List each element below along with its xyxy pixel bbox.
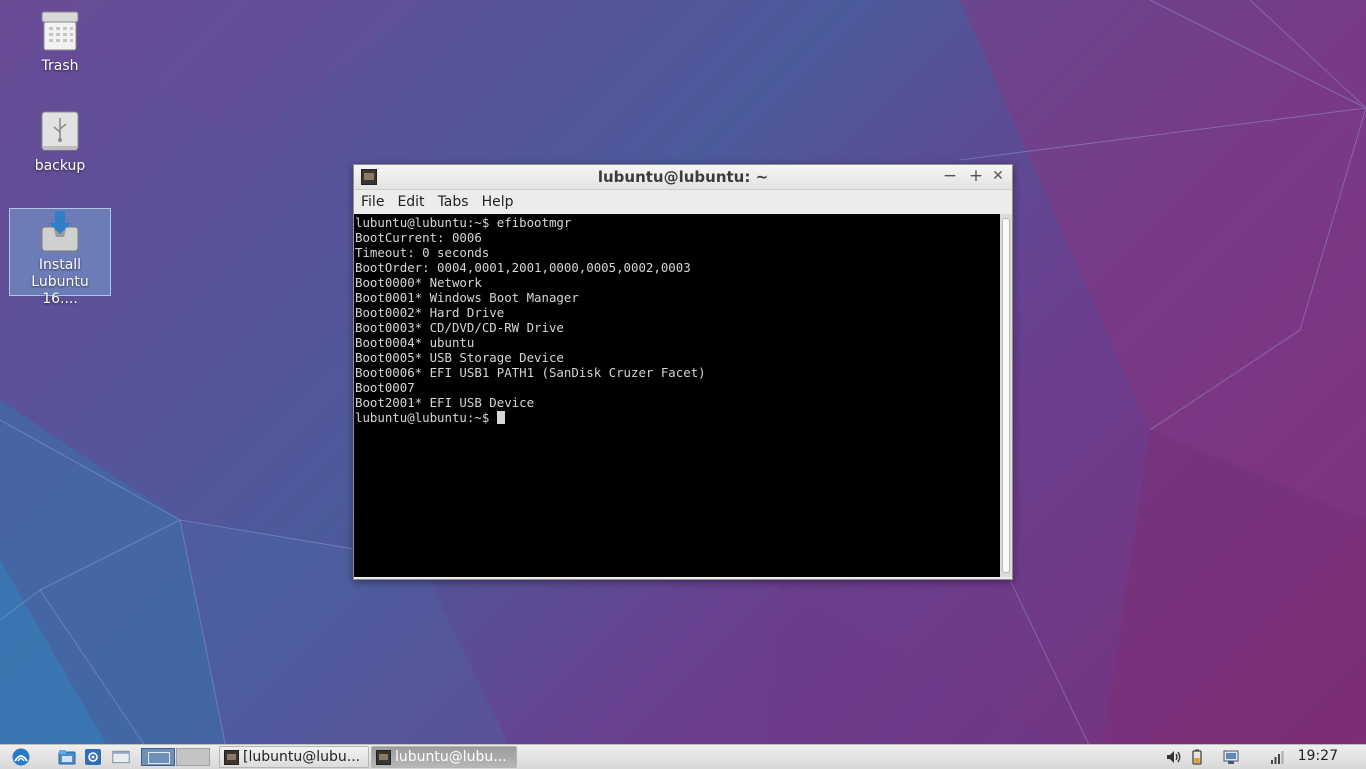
volume-tray-button[interactable] [1165, 745, 1183, 769]
menu-file[interactable]: File [361, 194, 384, 210]
network-icon [1223, 750, 1239, 764]
volume-icon [1167, 751, 1181, 763]
terminal-line: BootOrder: 0004,0001,2001,0000,0005,0002… [355, 260, 691, 275]
close-button[interactable]: ✕ [988, 166, 1008, 186]
task-label: [lubuntu@lubu... [243, 749, 361, 765]
install-download-icon [40, 209, 80, 253]
terminal-line: Boot0002* Hard Drive [355, 305, 505, 320]
terminal-prompt: lubuntu@lubuntu:~$ [355, 410, 497, 425]
trash-icon [40, 10, 80, 54]
taskbar-task-terminal-2[interactable]: lubuntu@lubu... [371, 746, 517, 768]
taskbar: [lubuntu@lubu... lubuntu@lubu... 19:27 [0, 744, 1366, 769]
start-menu-button[interactable] [12, 745, 30, 769]
terminal-line: Boot0004* ubuntu [355, 335, 475, 350]
terminal-line: Boot0007 [355, 380, 415, 395]
terminal-line: lubuntu@lubuntu:~$ efibootmgr [355, 215, 572, 230]
show-desktop-icon [112, 750, 130, 764]
control-center-icon [85, 749, 101, 765]
terminal-line: Timeout: 0 seconds [355, 245, 490, 260]
desktop-icon-label: backup [34, 158, 86, 174]
scrollbar-thumb[interactable] [1002, 218, 1010, 573]
battery-tray-button[interactable] [1188, 745, 1206, 769]
menu-tabs[interactable]: Tabs [438, 194, 469, 210]
text-cursor [496, 411, 505, 424]
terminal-line: Boot0003* CD/DVD/CD-RW Drive [355, 320, 564, 335]
minimize-button[interactable]: − [940, 166, 960, 186]
show-desktop-button[interactable] [112, 745, 130, 769]
maximize-button[interactable]: + [966, 166, 986, 186]
workspace-1-icon [141, 748, 175, 766]
menu-edit[interactable]: Edit [397, 194, 424, 210]
menu-help[interactable]: Help [482, 194, 514, 210]
desktop-icon-label: Trash [41, 58, 79, 74]
signal-icon [1271, 751, 1284, 764]
desktop-icon-backup[interactable]: backup [10, 110, 110, 175]
terminal-window[interactable]: lubuntu@lubuntu: ~ − + ✕ File Edit Tabs … [353, 164, 1013, 580]
terminal-menubar: File Edit Tabs Help [354, 190, 1012, 214]
taskbar-task-terminal-1[interactable]: [lubuntu@lubu... [219, 746, 369, 768]
clock[interactable]: 19:27 [1298, 748, 1338, 764]
workspace-1-button[interactable] [141, 745, 175, 769]
terminal-app-icon [376, 749, 391, 765]
desktop-icon-install-lubuntu[interactable]: Install Lubuntu 16.... [9, 208, 111, 307]
terminal-line: Boot0001* Windows Boot Manager [355, 290, 579, 305]
control-center-launcher[interactable] [84, 745, 102, 769]
network-tray-button[interactable] [1222, 745, 1240, 769]
desktop-icon-label: Install Lubuntu 16.... [31, 257, 89, 307]
battery-icon [1192, 749, 1202, 765]
task-label: lubuntu@lubu... [395, 749, 507, 765]
terminal-line: Boot2001* EFI USB Device [355, 395, 535, 410]
usb-drive-icon [40, 110, 80, 154]
terminal-line: BootCurrent: 0006 [355, 230, 482, 245]
file-manager-launcher[interactable] [58, 745, 76, 769]
file-manager-icon [58, 750, 76, 765]
window-title: lubuntu@lubuntu: ~ [597, 168, 769, 186]
terminal-line: Boot0005* USB Storage Device [355, 350, 564, 365]
workspace-2-icon [176, 748, 210, 766]
terminal-output[interactable]: lubuntu@lubuntu:~$ efibootmgr BootCurren… [354, 214, 1000, 577]
window-titlebar[interactable]: lubuntu@lubuntu: ~ − + ✕ [354, 165, 1012, 190]
terminal-app-icon [224, 749, 239, 765]
terminal-scrollbar[interactable] [1000, 214, 1012, 577]
terminal-line: Boot0006* EFI USB1 PATH1 (SanDisk Cruzer… [355, 365, 706, 380]
signal-tray-button[interactable] [1268, 745, 1286, 769]
terminal-line: Boot0000* Network [355, 275, 482, 290]
start-menu-icon [12, 748, 30, 766]
workspace-2-button[interactable] [176, 745, 210, 769]
desktop-icon-trash[interactable]: Trash [10, 10, 110, 75]
terminal-prompt-line: lubuntu@lubuntu:~$ [354, 410, 1000, 425]
